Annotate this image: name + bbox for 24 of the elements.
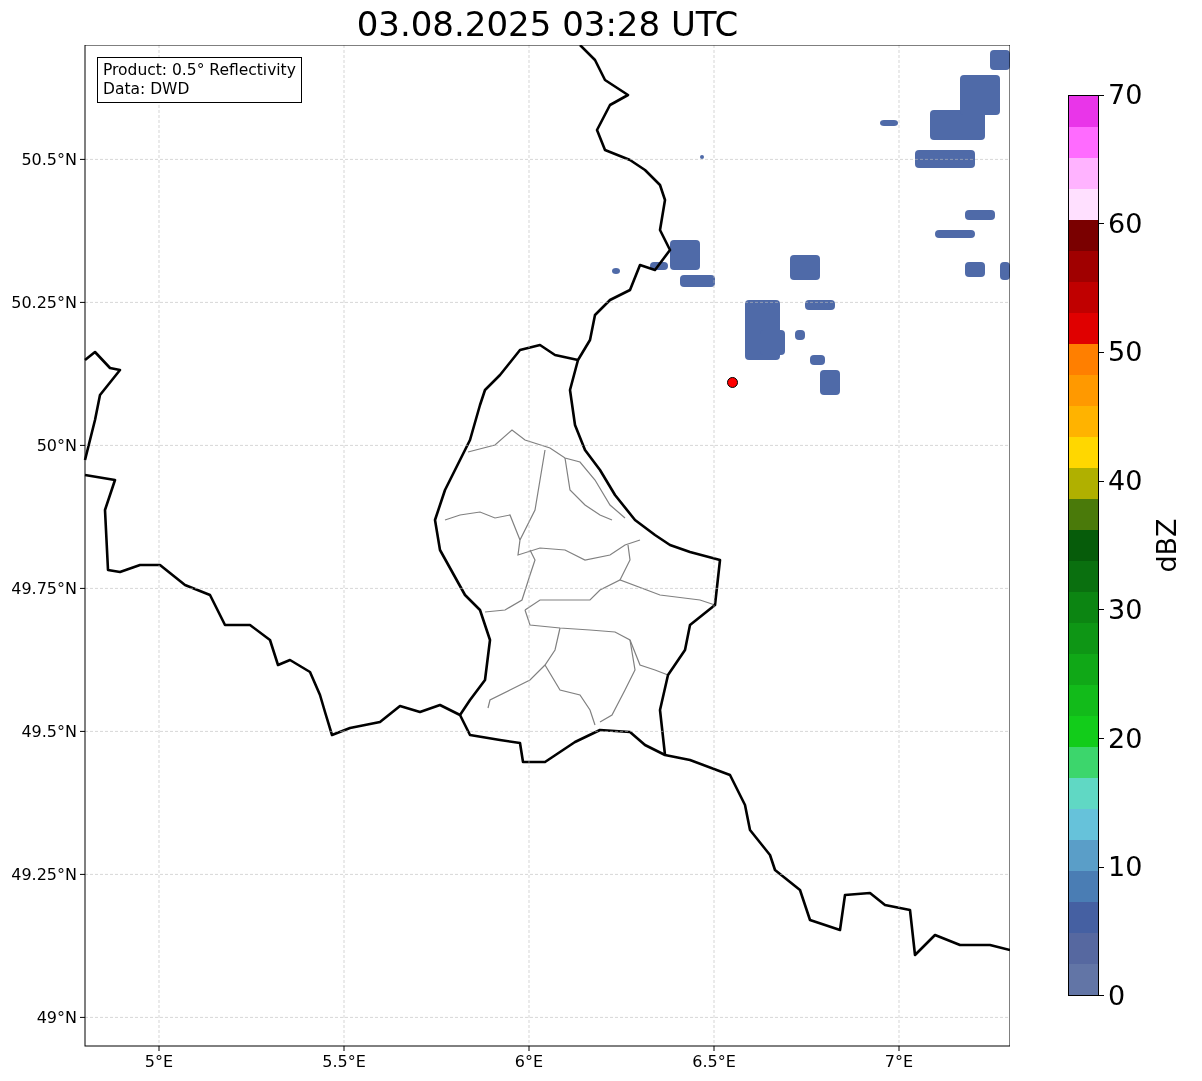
chart-title: 03.08.2025 03:28 UTC bbox=[355, 3, 740, 45]
colorbar-tick-label: 0 bbox=[1108, 979, 1126, 1012]
longitude-label: 6°E bbox=[514, 1052, 544, 1071]
colorbar-label: dBZ bbox=[1150, 518, 1182, 573]
colorbar-tick-label: 40 bbox=[1108, 465, 1143, 498]
latitude-label: 49.5°N bbox=[21, 722, 77, 742]
latitude-label: 50°N bbox=[36, 436, 77, 456]
latitude-label: 50.5°N bbox=[21, 150, 77, 170]
latitude-label: 49.25°N bbox=[11, 865, 77, 885]
latitude-label: 50.25°N bbox=[11, 293, 77, 313]
colorbar-tick-label: 50 bbox=[1108, 336, 1143, 369]
legend-text: Data: DWD bbox=[103, 80, 191, 99]
colorbar-tick-label: 20 bbox=[1108, 722, 1143, 755]
longitude-label: 5.5°E bbox=[322, 1052, 366, 1071]
colorbar-tick-label: 60 bbox=[1108, 207, 1143, 240]
latitude-label: 49.75°N bbox=[11, 579, 77, 599]
latitude-label: 49°N bbox=[36, 1008, 77, 1028]
colorbar-tick-label: 70 bbox=[1108, 79, 1143, 111]
colorbar-tick-label: 10 bbox=[1108, 851, 1143, 884]
longitude-label: 6.5°E bbox=[692, 1052, 736, 1071]
longitude-label: 7°E bbox=[884, 1052, 914, 1071]
legend-text: Product: 0.5° Reflectivity bbox=[103, 61, 296, 80]
colorbar-tick-label: 30 bbox=[1108, 593, 1143, 626]
longitude-label: 5°E bbox=[144, 1052, 174, 1071]
